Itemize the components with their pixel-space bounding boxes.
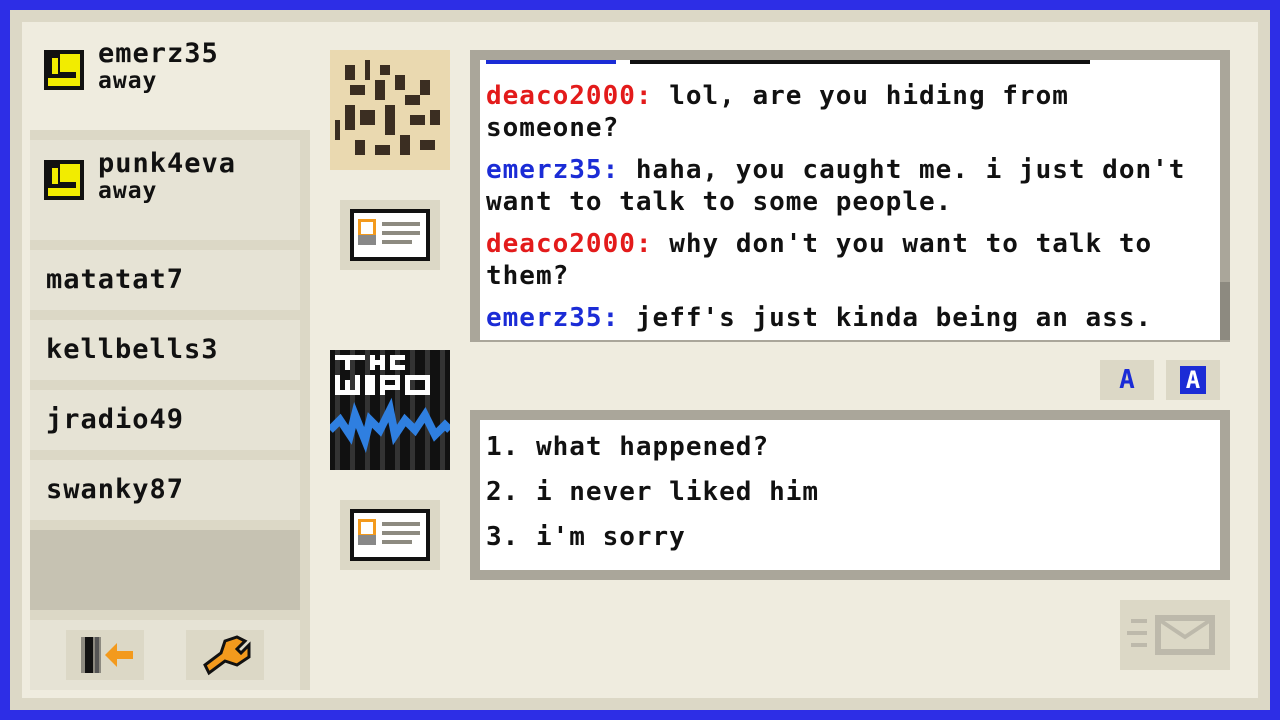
buddy-status: away	[98, 178, 158, 204]
send-envelope-icon	[1127, 615, 1215, 655]
buddy-item-jradio49[interactable]: jradio49	[30, 390, 300, 450]
font-color-button[interactable]: A	[1166, 360, 1220, 400]
buddy-item-matatat7[interactable]: matatat7	[30, 250, 300, 310]
message-user: emerz35:	[486, 155, 620, 185]
sign-off-icon	[81, 637, 133, 673]
chat-message: emerz35: jeff's just kinda being an ass.	[486, 302, 1206, 334]
buddy-name: punk4eva	[98, 148, 237, 179]
buddy-name: jradio49	[46, 404, 185, 435]
reply-option-1[interactable]: 1. what happened?	[486, 432, 769, 462]
my-profile-card-button[interactable]	[340, 500, 440, 570]
chat-scrollbar[interactable]	[1220, 282, 1230, 340]
message-user: deaco2000:	[486, 229, 653, 259]
sign-off-button[interactable]	[66, 630, 144, 680]
buddy-item-emerz35[interactable]: emerz35 away	[30, 30, 310, 130]
buddy-name: emerz35	[98, 38, 219, 69]
font-button[interactable]: A	[1100, 360, 1154, 400]
message-user: deaco2000:	[486, 81, 653, 111]
message-text: jeff's just kinda being an ass.	[619, 303, 1153, 333]
profile-card-button[interactable]	[340, 200, 440, 270]
chat-message: emerz35: haha, you caught me. i just don…	[486, 154, 1206, 218]
settings-button[interactable]	[186, 630, 264, 680]
buddy-status: away	[98, 68, 158, 94]
empty-buddy-slot	[30, 530, 300, 610]
buddy-avatar	[330, 50, 450, 170]
send-button[interactable]	[1120, 600, 1230, 670]
buddy-name: swanky87	[46, 474, 185, 505]
reply-options: 1. what happened? 2. i never liked him 3…	[480, 420, 1220, 570]
chat-log[interactable]: deaco2000: lol, are you hiding from some…	[480, 60, 1220, 340]
away-note-icon	[44, 50, 84, 90]
chat-message: deaco2000: why don't you want to talk to…	[486, 228, 1206, 292]
buddy-item-kellbells3[interactable]: kellbells3	[30, 320, 300, 380]
font-icon: A	[1119, 365, 1135, 395]
away-note-icon	[44, 160, 84, 200]
chat-message: deaco2000: lol, are you hiding from some…	[486, 80, 1206, 144]
reply-option-2[interactable]: 2. i never liked him	[486, 477, 819, 507]
user-avatar	[327, 350, 453, 470]
message-user: emerz35:	[486, 303, 620, 333]
profile-card-icon	[350, 209, 430, 261]
buddy-item-swanky87[interactable]: swanky87	[30, 460, 300, 520]
clipped-message	[486, 60, 1090, 64]
buddy-name: kellbells3	[46, 334, 219, 365]
buddy-item-punk4eva[interactable]: punk4eva away	[30, 140, 300, 240]
reply-option-3[interactable]: 3. i'm sorry	[486, 522, 686, 552]
profile-card-icon	[350, 509, 430, 561]
font-color-icon: A	[1179, 366, 1207, 394]
wrench-icon	[203, 635, 251, 676]
buddy-name: matatat7	[46, 264, 185, 295]
